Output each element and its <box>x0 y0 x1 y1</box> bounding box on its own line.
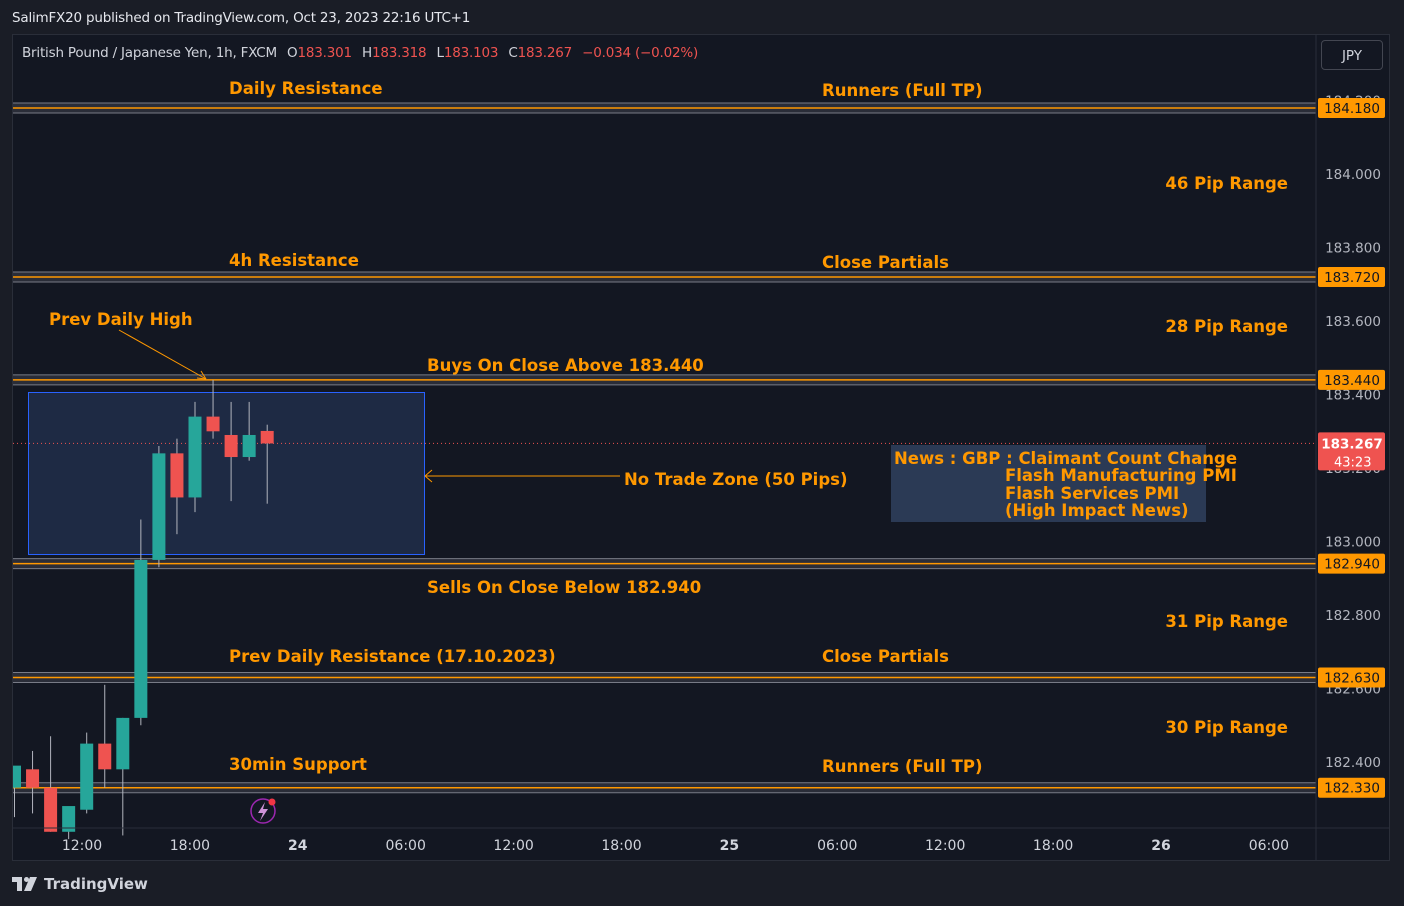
tradingview-brand: TradingView <box>44 875 148 893</box>
bear-candle[interactable] <box>224 434 238 458</box>
bear-candle[interactable] <box>260 430 274 444</box>
symbol-legend: British Pound / Japanese Yen, 1h, FXCM O… <box>22 45 698 61</box>
x-tick-label: 25 <box>720 838 739 854</box>
close-value: 183.267 <box>517 45 573 61</box>
open-value: 183.301 <box>297 45 352 61</box>
bear-candle[interactable] <box>170 453 184 498</box>
level-price-label: 182.940 <box>1324 557 1380 573</box>
level-price-label: 184.180 <box>1324 101 1380 117</box>
price-chart[interactable]: Daily Resistance Runners (Full TP) 46 Pip … <box>13 35 1389 860</box>
bull-candle[interactable] <box>116 717 130 770</box>
tradingview-footer[interactable]: TradingView <box>12 875 148 893</box>
no-trade-zone-label: No Trade Zone (50 Pips) <box>624 470 848 489</box>
bull-candle[interactable] <box>242 434 256 458</box>
level-price-label: 182.630 <box>1324 670 1380 686</box>
pip-range-28-label: 28 Pip Range <box>1165 317 1288 336</box>
change-value: −0.034 (−0.02%) <box>582 45 699 61</box>
y-tick-label: 183.000 <box>1325 535 1381 551</box>
tradingview-logo-icon <box>12 877 37 891</box>
event-icon-dot <box>268 798 276 806</box>
y-tick-label: 183.800 <box>1325 241 1381 257</box>
y-tick-label: 183.400 <box>1325 388 1381 404</box>
prev-daily-high-label: Prev Daily High <box>49 310 193 329</box>
publisher-caption: SalimFX20 published on TradingView.com, … <box>12 10 471 26</box>
currency-button[interactable]: JPY <box>1321 40 1383 70</box>
x-tick-label: 06:00 <box>817 838 857 854</box>
bull-candle[interactable] <box>13 765 21 788</box>
bear-candle[interactable] <box>44 787 58 832</box>
bar-countdown-label: 43:23 <box>1334 455 1371 470</box>
x-tick-label: 06:00 <box>1249 838 1289 854</box>
open-label: O <box>287 45 298 61</box>
level-price-label: 183.440 <box>1324 373 1380 389</box>
y-tick-label: 182.400 <box>1325 755 1381 771</box>
x-tick-label: 26 <box>1151 838 1170 854</box>
news-line-2: Flash Manufacturing PMI <box>1005 466 1237 485</box>
bull-candle[interactable] <box>134 559 148 718</box>
close-label: C <box>508 45 518 61</box>
4h-resistance-label: 4h Resistance <box>229 251 359 270</box>
x-tick-label: 24 <box>288 838 308 854</box>
low-label: L <box>436 45 445 61</box>
prev-daily-resistance-label: Prev Daily Resistance (17.10.2023) <box>229 647 556 666</box>
runners-bottom-label: Runners (Full TP) <box>822 757 983 776</box>
low-value: 183.103 <box>443 45 499 61</box>
y-tick-label: 182.800 <box>1325 608 1381 624</box>
bear-candle[interactable] <box>26 769 40 788</box>
x-tick-label: 12:00 <box>925 838 965 854</box>
level-price-label: 182.330 <box>1324 781 1380 797</box>
y-tick-label: 183.600 <box>1325 314 1381 330</box>
close-partials-top-label: Close Partials <box>822 253 949 272</box>
event-lightning-icon[interactable] <box>250 798 276 824</box>
x-tick-label: 12:00 <box>62 838 102 854</box>
pip-range-31-label: 31 Pip Range <box>1165 612 1288 631</box>
level-price-label: 183.720 <box>1324 270 1380 286</box>
bear-candle[interactable] <box>206 416 220 432</box>
x-tick-label: 18:00 <box>1033 838 1073 854</box>
bull-candle[interactable] <box>80 743 94 810</box>
prev-high-arrow <box>118 329 207 380</box>
event-icon-bolt <box>258 802 268 821</box>
x-tick-label: 06:00 <box>386 838 426 854</box>
x-tick-label: 18:00 <box>601 838 641 854</box>
buys-label: Buys On Close Above 183.440 <box>427 356 704 375</box>
chart-frame[interactable]: Daily Resistance Runners (Full TP) 46 Pip … <box>12 34 1390 861</box>
y-tick-label: 184.000 <box>1325 167 1381 183</box>
high-label: H <box>362 45 372 61</box>
30min-support-label: 30min Support <box>229 755 367 774</box>
bull-candle[interactable] <box>152 453 166 560</box>
high-value: 183.318 <box>371 45 427 61</box>
x-tick-label: 12:00 <box>493 838 533 854</box>
sells-label: Sells On Close Below 182.940 <box>427 578 701 597</box>
current-price-label: 183.267 <box>1321 436 1383 452</box>
close-partials-bottom-label: Close Partials <box>822 647 949 666</box>
bull-candle[interactable] <box>188 416 202 498</box>
bear-candle[interactable] <box>98 743 112 770</box>
pip-range-46-label: 46 Pip Range <box>1165 174 1288 193</box>
no-trade-zone-box[interactable] <box>28 392 425 555</box>
runners-top-label: Runners (Full TP) <box>822 81 983 100</box>
x-tick-label: 18:00 <box>170 838 210 854</box>
symbol-name: British Pound / Japanese Yen, 1h, FXCM <box>22 45 277 61</box>
pip-range-30-label: 30 Pip Range <box>1165 718 1288 737</box>
news-line-4: (High Impact News) <box>1005 501 1189 520</box>
daily-resistance-label: Daily Resistance <box>229 79 383 98</box>
